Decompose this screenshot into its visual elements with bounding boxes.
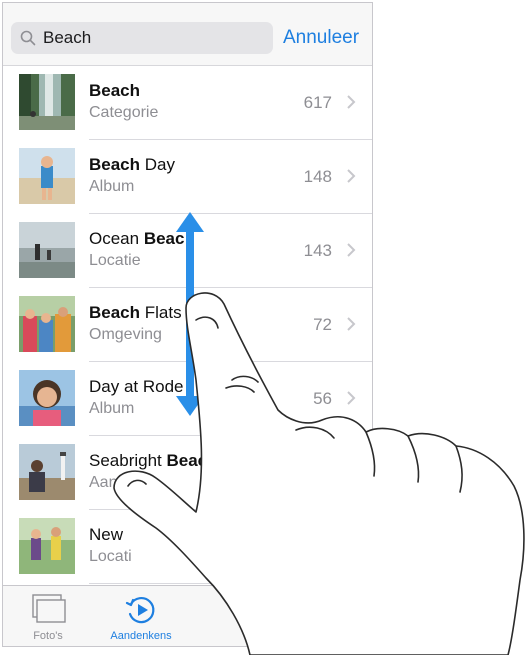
tab-memories[interactable]: Aandenkens <box>96 586 186 646</box>
chevron-right-icon <box>347 391 356 405</box>
result-count: 143 <box>303 241 332 260</box>
result-count: 72 <box>313 315 332 334</box>
result-title: New Beach <box>89 525 253 544</box>
result-title: Ocean Beac <box>89 229 185 248</box>
tab-bar: Foto's Aandenkens <box>3 585 372 646</box>
result-title: Beach Day <box>89 155 175 174</box>
thumbnail-dancing <box>19 518 75 574</box>
thumbnail-lighthouse <box>19 444 75 500</box>
result-count: 617 <box>303 93 332 112</box>
result-row[interactable]: Ocean Beac Locatie 143 <box>3 214 372 288</box>
thumbnail-girl-portrait <box>19 370 75 426</box>
search-query: Beach <box>43 28 92 47</box>
tab-label: Foto's <box>33 630 63 642</box>
result-subtitle: Album <box>89 400 135 417</box>
thumbnail-family <box>19 296 75 352</box>
search-icon <box>20 30 36 46</box>
result-row[interactable]: Seabright Beach Aan <box>3 436 372 510</box>
chevron-right-icon <box>347 243 356 257</box>
phone-screen: Beach Annuleer Beach Categorie 617 Beach… <box>2 2 373 647</box>
tab-photos[interactable]: Foto's <box>3 586 93 646</box>
result-subtitle: Album <box>89 178 135 195</box>
result-row[interactable]: New Beach Locati <box>3 510 372 584</box>
thumbnail-shore-walk <box>19 222 75 278</box>
thumbnail-child-beach <box>19 148 75 204</box>
chevron-right-icon <box>347 317 356 331</box>
search-input[interactable]: Beach <box>11 22 273 54</box>
result-subtitle: Omgeving <box>89 326 162 343</box>
tab-label: Aandenkens <box>110 630 172 642</box>
result-subtitle: Aan <box>89 474 118 491</box>
result-title: Day at Rode <box>89 377 184 396</box>
search-bar: Beach Annuleer <box>3 3 372 66</box>
memories-icon <box>125 597 155 624</box>
chevron-right-icon <box>347 95 356 109</box>
result-title: Beach <box>89 81 141 100</box>
result-row[interactable]: Day at Rode Album 56 <box>3 362 372 436</box>
cancel-button[interactable]: Annuleer <box>283 27 359 49</box>
result-row[interactable]: Beach Categorie 617 <box>3 66 372 140</box>
result-subtitle: Locati <box>89 548 132 565</box>
result-count: 56 <box>313 389 332 408</box>
thumbnail-waterfall <box>19 74 75 130</box>
result-subtitle: Locatie <box>89 252 141 269</box>
result-row[interactable]: Beach Flats Omgeving 72 <box>3 288 372 362</box>
chevron-right-icon <box>347 169 356 183</box>
result-subtitle: Categorie <box>89 104 159 121</box>
result-count: 148 <box>303 167 332 186</box>
result-row[interactable]: Beach Day Album 148 <box>3 140 372 214</box>
row-separator <box>89 583 372 584</box>
photos-icon <box>32 594 66 623</box>
result-title: Beach Flats <box>89 303 182 322</box>
result-title: Seabright Beach <box>89 451 218 470</box>
results-list[interactable]: Beach Categorie 617 Beach Day Album 148 <box>3 66 372 584</box>
